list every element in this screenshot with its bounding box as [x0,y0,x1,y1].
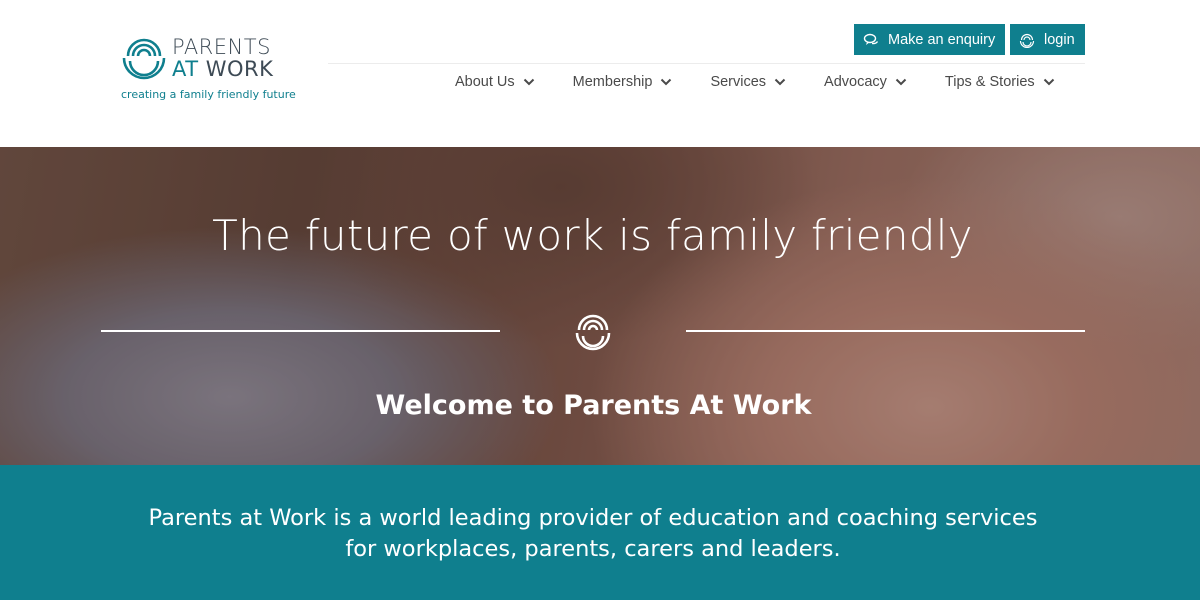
logo-word-parents: PARENTS [172,35,271,59]
hero-divider-left [101,330,500,332]
logo-word-at-work: AT WORK [172,58,273,80]
site-logo[interactable]: PARENTS AT WORK creating a family friend… [120,30,296,104]
intro-text-line-1: Parents at Work is a world leading provi… [148,505,1038,531]
make-enquiry-button[interactable]: Make an enquiry [854,24,1005,55]
nav-item-advocacy[interactable]: Advocacy [824,72,907,92]
logo-tagline: creating a family friendly future [121,88,296,101]
chevron-down-icon [1043,78,1054,86]
logo-word-work: WORK [205,57,274,81]
nav-item-membership[interactable]: Membership [573,72,673,92]
logo-mark-icon [575,314,611,351]
chevron-down-icon [661,78,672,86]
logo-mark-icon [1019,33,1035,48]
logo-word-at: AT [172,57,199,81]
nav-item-label: Membership [572,74,653,90]
chevron-down-icon [523,78,534,86]
nav-item-label: Services [710,74,767,90]
hero-title: The future of work is family friendly [212,211,973,260]
header-divider [328,63,1085,64]
nav-item-label: Advocacy [824,74,887,90]
header-actions: Make an enquiry login [854,24,1085,55]
chat-bubbles-icon [863,33,879,45]
hero-subtitle: Welcome to Parents At Work [375,390,812,421]
chevron-down-icon [895,78,907,86]
intro-text-line-2: for workplaces, parents, carers and lead… [345,536,841,562]
parents-at-work-logo-icon [122,38,166,80]
main-nav: About Us Membership Services Advocacy Ti… [455,72,1055,92]
hero-banner: The future of work is family friendly We… [0,147,1200,465]
nav-item-label: Tips & Stories [944,74,1035,90]
intro-band: Parents at Work is a world leading provi… [0,465,1200,600]
nav-item-label: About Us [455,74,515,90]
make-enquiry-label: Make an enquiry [888,31,996,48]
nav-item-about-us[interactable]: About Us [455,72,535,92]
login-label: login [1044,31,1075,48]
site-header: PARENTS AT WORK creating a family friend… [0,0,1200,147]
hero-divider-right [686,330,1085,332]
login-button[interactable]: login [1010,24,1085,55]
nav-item-tips-stories[interactable]: Tips & Stories [945,72,1055,92]
intro-text: Parents at Work is a world leading provi… [0,503,1186,565]
nav-item-services[interactable]: Services [710,72,786,92]
chevron-down-icon [774,78,786,86]
